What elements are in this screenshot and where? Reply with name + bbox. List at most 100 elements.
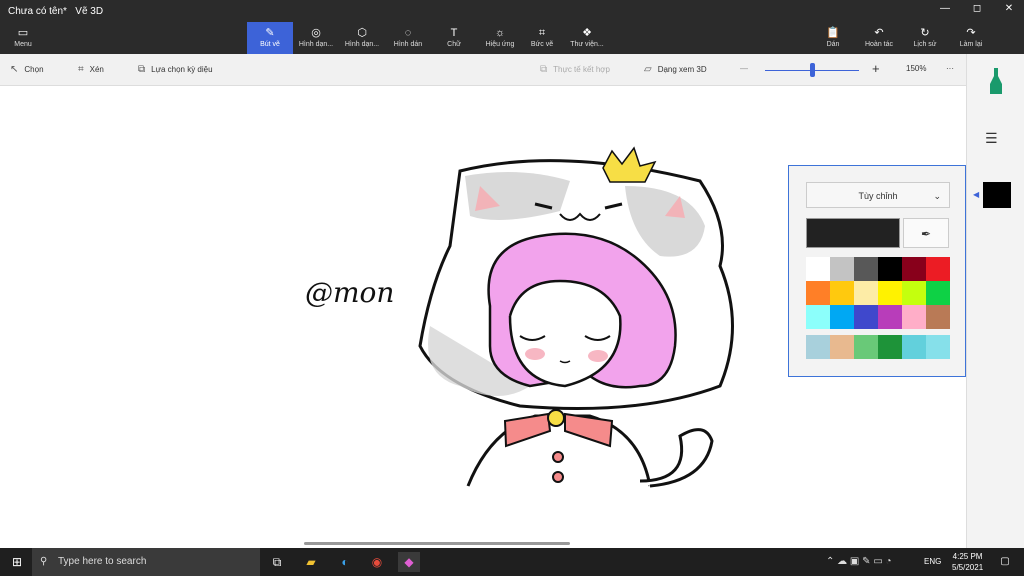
language-indicator[interactable]: ENG [924,557,941,566]
color-swatch[interactable] [902,281,926,305]
color-swatch[interactable] [806,281,830,305]
color-swatch[interactable] [854,281,878,305]
view-3d-label: Dạng xem 3D [657,65,707,74]
windows-start-icon[interactable]: ⊞ [6,552,28,572]
zoom-out-button[interactable]: — [740,64,748,73]
color-swatch[interactable] [854,305,878,329]
right-rail: ☰ ◀ [966,54,1024,548]
clock-date: 5/5/2021 [952,563,984,572]
color-swatch[interactable] [830,305,854,329]
task-view-icon[interactable]: ⧉ [266,552,288,572]
tab-label: Hình dạn... [298,41,334,48]
current-color-swatch [806,218,900,248]
mixed-reality-icon: ⧉ [540,64,548,75]
selected-color-swatch[interactable] [983,182,1011,208]
horizontal-scrollbar[interactable] [304,542,570,545]
taskbar: ⊞ ⚲ Type here to search ⧉ ▰ ◐ ◉ ◆ ⌃ ☁ ▣ … [0,548,1024,576]
select-button[interactable]: ↖ Chọn [10,64,44,75]
tab-label: Chữ [447,41,461,48]
tab-2d-shapes[interactable]: ◎ Hình dạn... [293,22,339,54]
app-name: Vẽ 3D [75,6,104,17]
brush-type-dropdown[interactable]: Tùy chỉnh ⌄ [806,182,950,208]
tab-brushes[interactable]: ✎ Bút vẽ [247,22,293,54]
magic-select-button[interactable]: ⧉ Lựa chọn kỳ diệu [138,64,213,75]
color-swatch[interactable] [926,257,950,281]
tab-text[interactable]: T Chữ [431,22,477,54]
clock[interactable]: 4:25 PM 5/5/2021 [952,551,983,573]
color-swatch[interactable] [830,335,854,359]
mixed-reality-label: Thực tế kết hợp [553,65,610,74]
zoom-in-button[interactable]: + [872,61,880,76]
redo-label: Làm lại [959,41,983,48]
eyedropper-icon: ✒ [920,227,932,241]
view-3d-icon: ▱ [644,64,652,75]
chrome-icon[interactable]: ◉ [366,552,388,572]
mixed-reality-button[interactable]: ⧉ Thực tế kết hợp [540,64,610,75]
maximize-button[interactable]: ◻ [962,3,992,19]
signature-text: @mon [305,276,395,309]
color-swatch[interactable] [926,335,950,359]
magic-select-label: Lựa chọn kỳ diệu [151,65,213,74]
edge-icon[interactable]: ◐ [334,552,356,572]
tab-label: Thư viện... [570,41,604,48]
3d-shapes-icon: ⬡ [357,27,367,39]
tab-label: Hiệu ứng [485,41,515,48]
effects-icon: ☼ [494,27,506,39]
tab-effects[interactable]: ☼ Hiệu ứng [477,22,523,54]
taskbar-search[interactable]: ⚲ Type here to search [32,548,260,576]
tab-label: Bút vẽ [260,41,280,48]
color-swatch[interactable] [878,257,902,281]
tab-3d-shapes[interactable]: ⬡ Hình dạn... [339,22,385,54]
crop-icon: ⌗ [78,64,84,75]
color-swatch[interactable] [926,305,950,329]
history-label: Lịch sử [913,41,937,48]
color-swatch[interactable] [806,305,830,329]
tab-label: Hình dạn... [344,41,380,48]
menu-button[interactable]: ▭ Menu [0,22,46,54]
select-label: Chọn [24,65,44,74]
tab-stickers[interactable]: ◌ Hình dán [385,22,431,54]
color-swatch[interactable] [878,335,902,359]
redo-icon: ↷ [966,27,976,39]
eyedropper-button[interactable]: ✒ [903,218,949,248]
window-title: Chưa có tên* Vẽ 3D [8,6,103,17]
view-3d-button[interactable]: ▱ Dạng xem 3D [644,64,707,75]
ribbon: ▭ Menu ✎ Bút vẽ ◎ Hình dạn... ⬡ Hình dạn...… [0,22,1024,54]
select-arrow-icon: ↖ [10,64,19,75]
color-swatch[interactable] [902,257,926,281]
color-swatch[interactable] [830,281,854,305]
color-swatch[interactable] [806,257,830,281]
paste-icon: 📋 [826,27,840,39]
search-icon: ⚲ [40,556,48,567]
system-tray-icons[interactable]: ⌃ ☁ ▣ ✎ ▭ ◔ [826,556,892,567]
history-button[interactable]: ↻ Lịch sử [902,22,948,54]
notifications-icon[interactable]: ▢ [994,552,1016,572]
more-button[interactable]: ··· [946,64,954,73]
color-swatch[interactable] [902,335,926,359]
color-swatch[interactable] [830,257,854,281]
crop-button[interactable]: ⌗ Xén [78,64,104,75]
paint-3d-icon[interactable]: ◆ [398,552,420,572]
file-explorer-icon[interactable]: ▰ [300,552,322,572]
color-swatch[interactable] [854,335,878,359]
redo-button[interactable]: ↷ Làm lại [948,22,994,54]
color-swatch[interactable] [878,305,902,329]
paste-button[interactable]: 📋 Dán [810,22,856,54]
undo-icon: ↶ [874,27,884,39]
undo-button[interactable]: ↶ Hoàn tác [856,22,902,54]
zoom-slider-thumb[interactable] [810,63,815,77]
color-swatch[interactable] [902,305,926,329]
minimize-button[interactable]: — [930,3,960,19]
marker-icon[interactable] [989,68,1003,94]
color-swatch[interactable] [926,281,950,305]
close-button[interactable]: ✕ [994,3,1024,19]
tab-canvas[interactable]: ⌗ Bức vẽ [519,22,565,54]
color-swatch[interactable] [854,257,878,281]
color-swatch[interactable] [806,335,830,359]
color-swatch[interactable] [878,281,902,305]
zoom-level: 150% [906,64,927,73]
history-icon: ↻ [920,27,930,39]
settings-sliders-icon[interactable]: ☰ [985,130,998,147]
tab-3d-library[interactable]: ❖ Thư viện... [564,22,610,54]
2d-shapes-icon: ◎ [311,27,321,39]
